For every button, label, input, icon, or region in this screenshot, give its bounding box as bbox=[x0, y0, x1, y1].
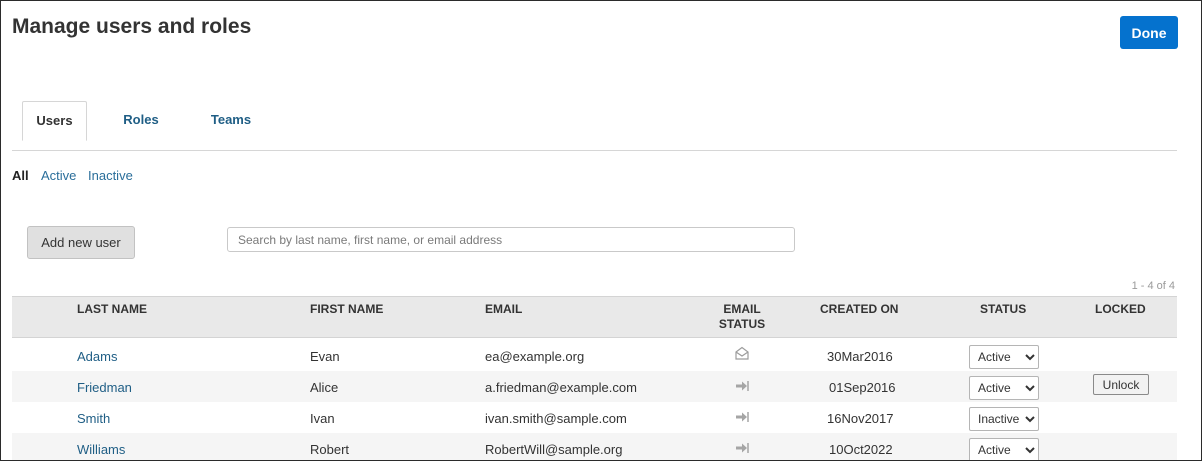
table-row: Friedman Alice a.friedman@example.com 01… bbox=[12, 371, 1177, 402]
done-button[interactable]: Done bbox=[1120, 16, 1178, 49]
column-header-last-name[interactable]: LAST NAME bbox=[77, 302, 147, 317]
column-header-email-status[interactable]: EMAIL STATUS bbox=[712, 302, 772, 332]
user-status-select[interactable]: Active bbox=[969, 345, 1039, 369]
user-last-name-link[interactable]: Williams bbox=[77, 442, 125, 457]
tab-teams[interactable]: Teams bbox=[200, 101, 262, 141]
envelope-open-icon bbox=[735, 346, 749, 360]
user-last-name-link[interactable]: Adams bbox=[77, 349, 117, 364]
column-header-email-status-line2: STATUS bbox=[718, 317, 766, 331]
user-email: a.friedman@example.com bbox=[485, 380, 637, 395]
filter-active[interactable]: Active bbox=[41, 168, 76, 183]
sign-in-icon bbox=[736, 381, 749, 391]
column-header-locked[interactable]: LOCKED bbox=[1095, 302, 1146, 317]
tab-bar: Users Roles Teams bbox=[12, 101, 1177, 151]
user-first-name: Evan bbox=[310, 349, 340, 364]
filter-inactive[interactable]: Inactive bbox=[88, 168, 133, 183]
table-row: Smith Ivan ivan.smith@sample.com 16Nov20… bbox=[12, 402, 1177, 433]
user-created-on: 01Sep2016 bbox=[829, 380, 896, 395]
pagination-info: 1 - 4 of 4 bbox=[1131, 280, 1175, 292]
page-title: Manage users and roles bbox=[12, 15, 252, 38]
table-header: LAST NAME FIRST NAME EMAIL EMAIL STATUS … bbox=[12, 296, 1177, 338]
unlock-button[interactable]: Unlock bbox=[1093, 374, 1149, 395]
user-first-name: Alice bbox=[310, 380, 339, 395]
column-header-email-status-line1: EMAIL bbox=[723, 302, 761, 316]
user-email: ea@example.org bbox=[485, 349, 585, 364]
user-first-name: Ivan bbox=[310, 411, 335, 426]
table-row: Williams Robert RobertWill@sample.org 10… bbox=[12, 433, 1177, 460]
users-table: LAST NAME FIRST NAME EMAIL EMAIL STATUS … bbox=[12, 296, 1177, 460]
user-created-on: 30Mar2016 bbox=[827, 349, 893, 364]
add-new-user-button[interactable]: Add new user bbox=[27, 226, 135, 259]
user-last-name-link[interactable]: Friedman bbox=[77, 380, 132, 395]
sign-in-icon bbox=[736, 412, 749, 422]
sign-in-icon bbox=[736, 443, 749, 453]
column-header-first-name[interactable]: FIRST NAME bbox=[310, 302, 383, 317]
tab-roles[interactable]: Roles bbox=[112, 101, 170, 141]
user-last-name-link[interactable]: Smith bbox=[77, 411, 110, 426]
user-status-select[interactable]: Active bbox=[969, 376, 1039, 400]
search-input[interactable] bbox=[227, 227, 795, 252]
column-header-status[interactable]: STATUS bbox=[980, 302, 1026, 317]
column-header-created-on[interactable]: CREATED ON bbox=[820, 302, 898, 317]
tab-users[interactable]: Users bbox=[22, 101, 87, 141]
user-status-select[interactable]: Active bbox=[969, 438, 1039, 460]
filter-all[interactable]: All bbox=[12, 168, 29, 183]
user-created-on: 16Nov2017 bbox=[827, 411, 894, 426]
user-email: RobertWill@sample.org bbox=[485, 442, 623, 457]
user-first-name: Robert bbox=[310, 442, 350, 457]
user-created-on: 10Oct2022 bbox=[829, 442, 893, 457]
user-status-select[interactable]: Inactive bbox=[969, 407, 1039, 431]
manage-users-dialog: Manage users and roles Done Users Roles … bbox=[0, 0, 1202, 461]
column-header-email[interactable]: EMAIL bbox=[485, 302, 522, 317]
table-row: Adams Evan ea@example.org 30Mar2016 Acti… bbox=[12, 340, 1177, 371]
user-email: ivan.smith@sample.com bbox=[485, 411, 627, 426]
